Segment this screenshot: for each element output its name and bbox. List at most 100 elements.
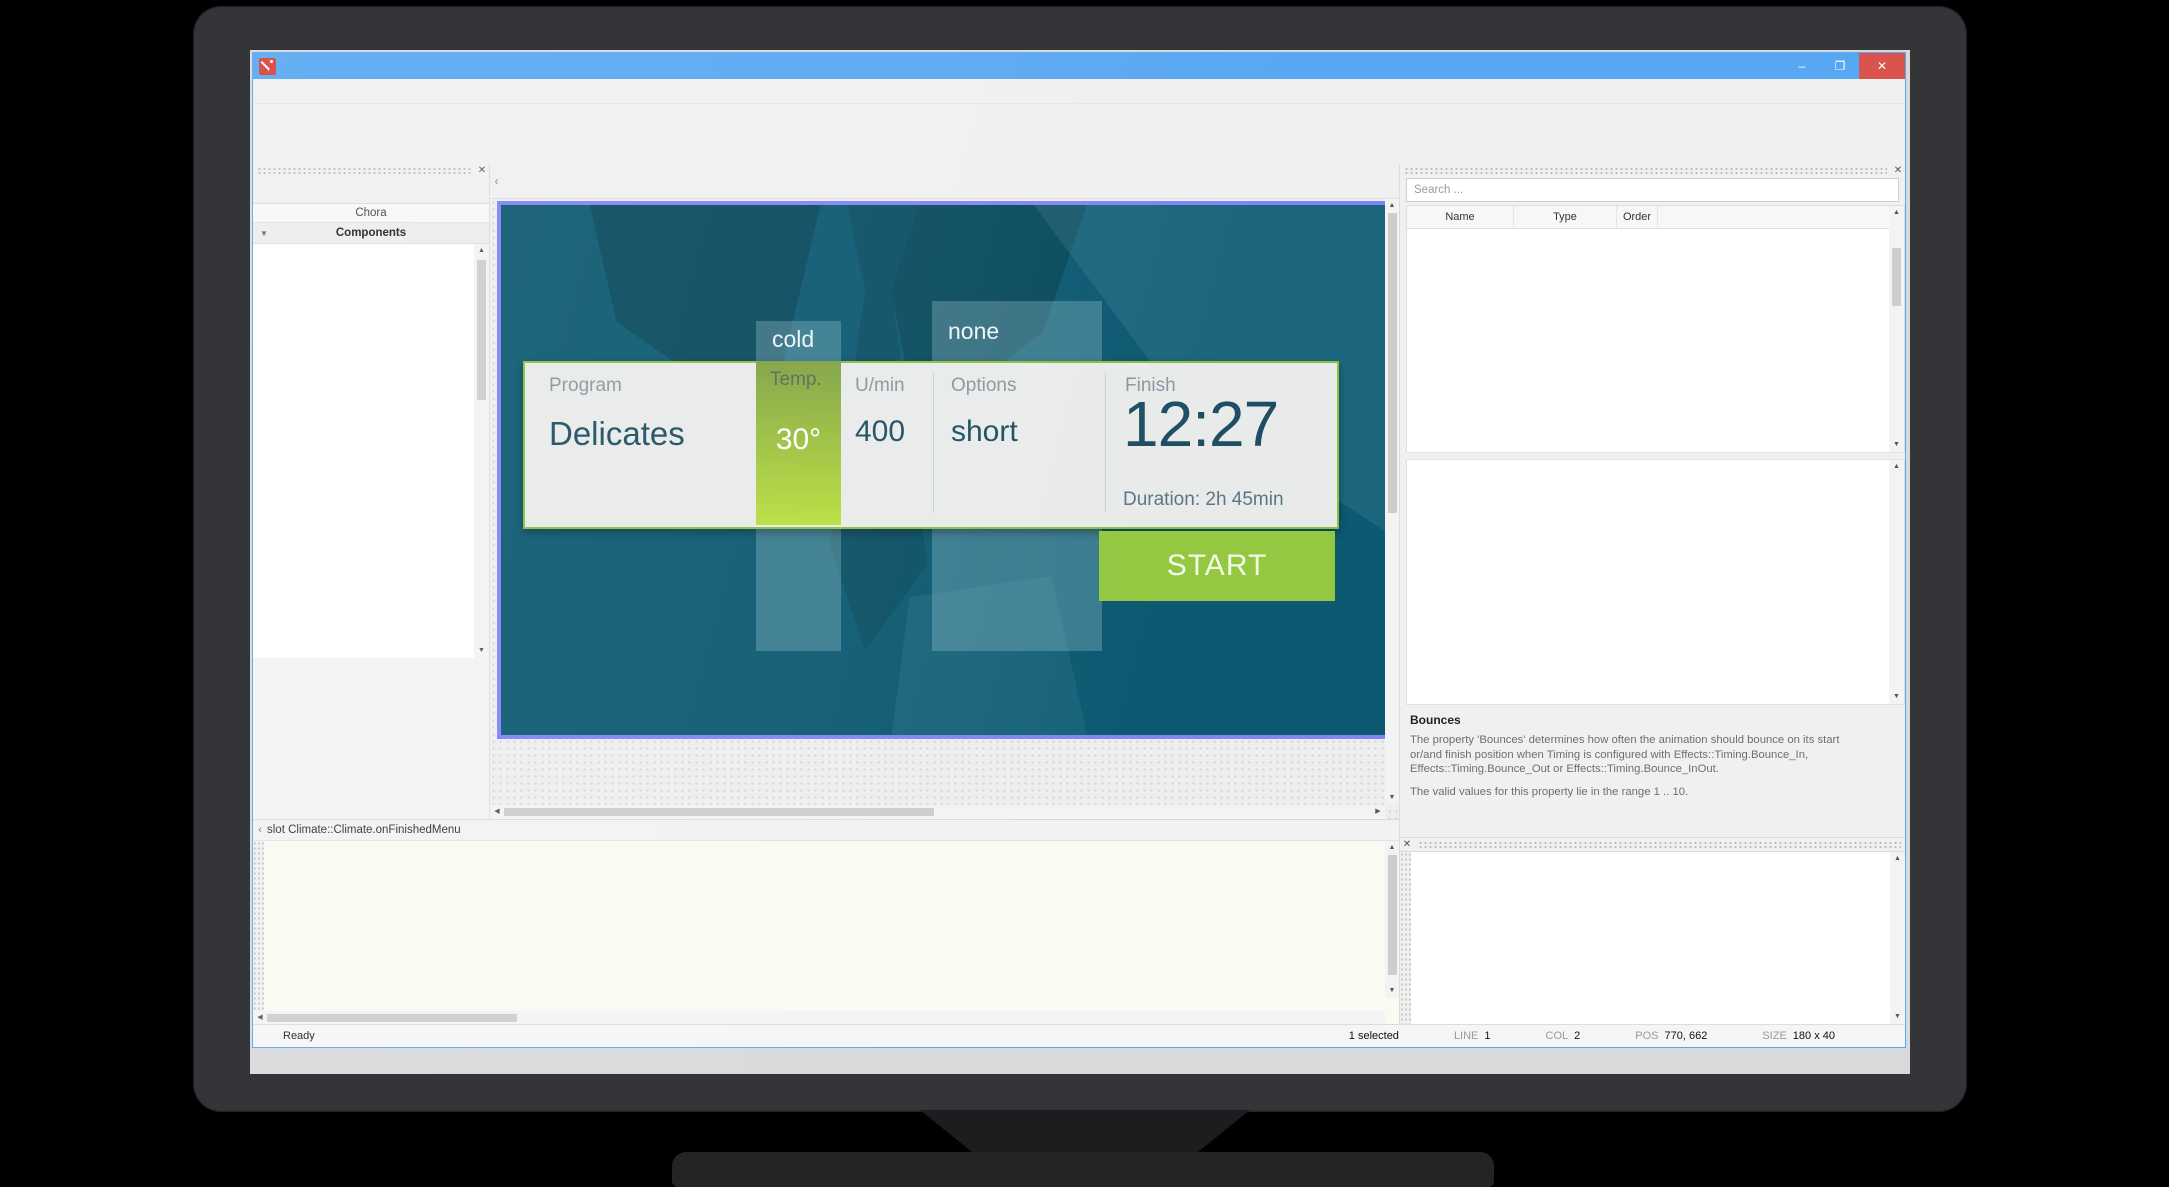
scroll-right-icon[interactable]: ▶ (1371, 805, 1385, 819)
members-scrollbar[interactable]: ▲ ▼ (1889, 206, 1904, 452)
document-tab-bar: ‹ (490, 164, 1399, 199)
umin-value[interactable]: 400 (855, 415, 905, 449)
close-panel-icon[interactable]: ✕ (475, 165, 489, 176)
duration-text: Duration: 2h 45min (1123, 489, 1284, 511)
temp-strip-above[interactable]: cold (756, 321, 841, 361)
column-type[interactable]: Type (1514, 206, 1617, 228)
scroll-left-icon[interactable]: ◀ (490, 805, 504, 819)
log-panel-handle-col[interactable] (1400, 852, 1411, 1024)
scroll-thumb[interactable] (267, 1014, 517, 1022)
templates-panel-handle[interactable]: ✕ (253, 164, 489, 177)
program-label: Program (549, 375, 622, 397)
log-panel: ▲ ▼ (1400, 851, 1905, 1024)
code-area[interactable] (264, 841, 1399, 1011)
property-doc-paragraph: The property 'Bounces' determines how of… (1410, 733, 1870, 777)
scroll-up-icon[interactable]: ▲ (1894, 852, 1901, 866)
column-name[interactable]: Name (1407, 206, 1514, 228)
component-list-scrollbar[interactable]: ▲ ▼ (474, 244, 489, 658)
inspector-search-input[interactable]: Search ... (1406, 178, 1899, 202)
status-size-label: SIZE (1762, 1030, 1786, 1042)
code-horizontal-scrollbar[interactable]: ◀ (253, 1011, 1385, 1024)
close-panel-icon[interactable]: ✕ (1400, 839, 1414, 850)
close-button[interactable]: ✕ (1859, 53, 1905, 79)
column-order[interactable]: Order (1617, 206, 1658, 228)
scroll-left-icon[interactable]: ◀ (253, 1011, 267, 1025)
climate-canvas[interactable]: cold none (497, 201, 1393, 739)
tabs-scroll-left-icon[interactable]: ‹ (490, 164, 503, 198)
embedded-wizard-window: – ❐ ✕ (252, 52, 1906, 1048)
log-panel-handle[interactable]: ✕ (1400, 837, 1905, 851)
collapse-left-icon[interactable]: ‹ (253, 824, 267, 836)
options-label: Options (951, 375, 1016, 397)
section-components[interactable]: ▼ Components (253, 223, 489, 244)
temp-strip-below[interactable] (756, 525, 841, 651)
workspace-horizontal-scrollbar[interactable]: ◀ ▶ (490, 805, 1385, 819)
start-button[interactable]: START (1099, 531, 1335, 601)
options-strip-above[interactable]: none (932, 301, 1102, 361)
status-pos-value: 770, 662 (1665, 1030, 1708, 1042)
properties-grid: ▲ ▼ (1406, 459, 1905, 705)
workspace-vertical-scrollbar[interactable]: ▲ ▼ (1385, 199, 1399, 805)
property-doc-title: Bounces (1410, 713, 1893, 727)
scroll-up-icon[interactable]: ▲ (1893, 206, 1900, 220)
drag-dots (257, 167, 471, 174)
code-panel-handle[interactable] (253, 841, 264, 1011)
scroll-thumb[interactable] (1388, 213, 1397, 513)
code-editor-panel: ‹ slot Climate::Climate.onFinishedMenu ▲… (253, 819, 1399, 1024)
scroll-down-icon[interactable]: ▼ (1894, 1010, 1901, 1024)
status-col-value: 2 (1574, 1030, 1580, 1042)
title-bar[interactable]: – ❐ ✕ (253, 53, 1905, 79)
minimize-button[interactable]: – (1783, 53, 1821, 79)
code-editor-title: slot Climate::Climate.onFinishedMenu (267, 824, 461, 836)
close-panel-icon[interactable]: ✕ (1891, 165, 1905, 176)
status-selected: 1 selected (1349, 1030, 1399, 1042)
temp-value[interactable]: 30° (756, 423, 841, 457)
scroll-down-icon[interactable]: ▼ (1893, 438, 1900, 452)
scroll-down-icon[interactable]: ▼ (1893, 690, 1900, 704)
column-divider (1105, 373, 1106, 513)
program-value[interactable]: Delicates (549, 415, 685, 453)
temp-column[interactable]: Temp. 30° (756, 361, 841, 525)
collapse-icon: ▼ (253, 229, 275, 238)
maximize-button[interactable]: ❐ (1821, 53, 1859, 79)
options-value[interactable]: short (951, 415, 1018, 449)
component-list: ▲ ▼ (253, 244, 489, 658)
finish-time[interactable]: 12:27 (1123, 387, 1278, 461)
status-line-label: LINE (1454, 1030, 1478, 1042)
scroll-down-icon[interactable]: ▼ (1389, 984, 1396, 998)
status-size-value: 180 x 40 (1793, 1030, 1835, 1042)
monitor-stand-base (672, 1152, 1494, 1187)
log-scrollbar[interactable]: ▲ ▼ (1890, 852, 1905, 1024)
scroll-up-icon[interactable]: ▲ (1389, 199, 1396, 213)
scroll-thumb[interactable] (504, 808, 934, 816)
temp-label: Temp. (770, 369, 822, 391)
scroll-thumb[interactable] (477, 260, 486, 400)
property-doc: Bounces The property 'Bounces' determine… (1400, 705, 1905, 837)
inspector-panel-handle[interactable]: ✕ (1400, 164, 1905, 177)
status-bar: Ready 1 selected LINE1 COL2 POS770, 662 … (253, 1024, 1905, 1047)
status-pos-label: POS (1635, 1030, 1658, 1042)
scroll-up-icon[interactable]: ▲ (478, 244, 485, 258)
composer-workspace[interactable]: cold none (490, 199, 1399, 819)
marketing-monitor-scene: – ❐ ✕ (0, 0, 2169, 1187)
group-chora[interactable]: Chora (253, 204, 489, 223)
monitor-stand-neck (920, 1110, 1250, 1158)
inspector-panel: ✕ Search ... Name Type Order ▲ (1399, 164, 1905, 1024)
property-doc-paragraph: The valid values for this property lie i… (1410, 785, 1870, 800)
scroll-up-icon[interactable]: ▲ (1389, 841, 1396, 855)
drag-dots (1404, 167, 1887, 174)
properties-scrollbar[interactable]: ▲ ▼ (1889, 460, 1904, 704)
scroll-up-icon[interactable]: ▲ (1893, 460, 1900, 474)
scroll-down-icon[interactable]: ▼ (1389, 791, 1396, 805)
toolbar-prototyper (253, 134, 1905, 164)
scroll-down-icon[interactable]: ▼ (478, 644, 485, 658)
code-vertical-scrollbar[interactable]: ▲ ▼ (1385, 841, 1399, 998)
members-table-header: Name Type Order (1407, 206, 1904, 229)
status-col-label: COL (1546, 1030, 1569, 1042)
code-editor-header[interactable]: ‹ slot Climate::Climate.onFinishedMenu (253, 820, 1399, 841)
templates-panel: ✕ Chora ▼ Components ▲ (253, 164, 490, 819)
monitor-screen: – ❐ ✕ (250, 50, 1910, 1074)
options-strip-below[interactable] (932, 525, 1102, 651)
scroll-thumb[interactable] (1892, 248, 1901, 306)
scroll-thumb[interactable] (1388, 855, 1397, 975)
